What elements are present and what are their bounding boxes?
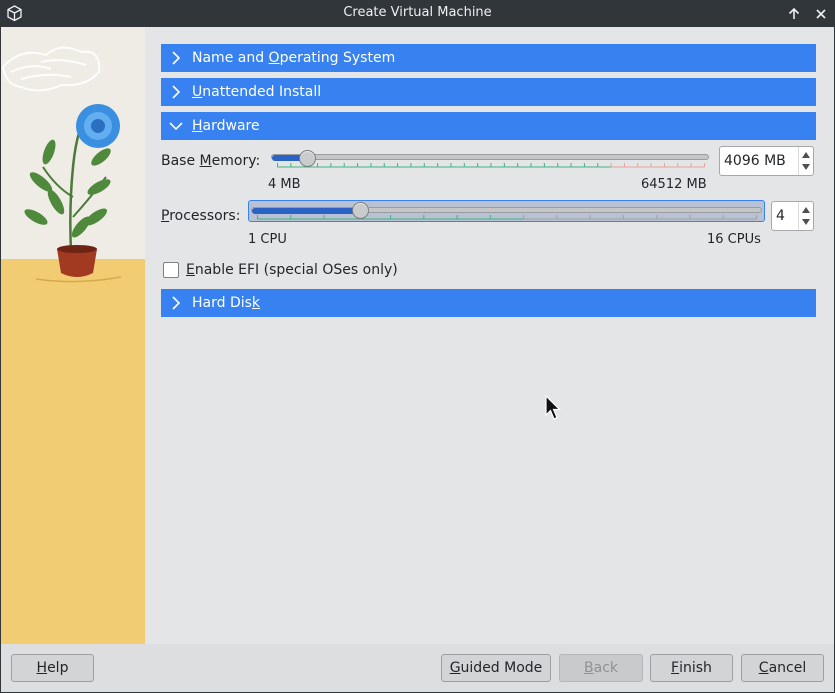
base-memory-slider[interactable] — [269, 147, 713, 171]
spin-down-icon[interactable] — [802, 219, 810, 225]
section-label: Unattended Install — [192, 84, 322, 100]
processors-max-label: 16 CPUs — [707, 232, 761, 247]
chevron-right-icon — [172, 85, 181, 99]
base-memory-label: Base Memory: — [161, 153, 261, 169]
help-button[interactable]: Help — [11, 654, 94, 682]
enable-efi-checkbox[interactable] — [163, 262, 179, 278]
window-title: Create Virtual Machine — [343, 5, 492, 20]
slider-ticks — [277, 163, 705, 168]
slider-fill — [252, 208, 361, 214]
title-bar: Create Virtual Machine — [0, 0, 835, 27]
memory-max-label: 64512 MB — [641, 177, 707, 192]
spin-up-icon[interactable] — [802, 152, 810, 158]
chevron-down-icon — [169, 122, 183, 131]
close-icon — [816, 9, 826, 19]
keep-above-button[interactable] — [784, 4, 804, 24]
processors-min-label: 1 CPU — [248, 232, 287, 247]
processors-spinbox[interactable]: 4 — [771, 201, 814, 231]
wizard-illustration — [1, 27, 145, 644]
spin-up-icon[interactable] — [802, 207, 810, 213]
section-label: Hard Disk — [192, 295, 261, 311]
slider-ticks — [257, 215, 757, 220]
section-hard-disk[interactable]: Hard Disk — [161, 289, 816, 317]
processors-label: Processors: — [161, 208, 241, 224]
chevron-right-icon — [172, 51, 181, 65]
section-unattended-install[interactable]: Unattended Install — [161, 78, 816, 106]
dialog-body: Name and Operating System Unattended Ins… — [1, 27, 834, 692]
section-name-and-os[interactable]: Name and Operating System — [161, 44, 816, 72]
processors-slider[interactable] — [248, 200, 765, 222]
arrow-up-icon — [788, 8, 800, 19]
memory-min-label: 4 MB — [268, 177, 301, 192]
section-label: Name and Operating System — [192, 50, 396, 66]
guided-mode-button[interactable]: Guided Mode — [441, 654, 551, 682]
slider-handle[interactable] — [299, 150, 317, 167]
button-bar: Help Guided Mode Back Finish Cancel — [1, 644, 834, 692]
section-hardware[interactable]: Hardware — [161, 112, 816, 140]
chevron-right-icon — [172, 296, 181, 310]
close-button[interactable] — [811, 4, 831, 24]
back-button[interactable]: Back — [559, 654, 643, 682]
finish-button[interactable]: Finish — [650, 654, 733, 682]
spin-down-icon[interactable] — [802, 164, 810, 170]
section-label: Hardware — [192, 118, 260, 134]
cancel-button[interactable]: Cancel — [741, 654, 824, 682]
memory-value: 4096 MB — [724, 153, 786, 169]
memory-spinbox[interactable]: 4096 MB — [719, 146, 814, 176]
mouse-cursor-icon — [545, 395, 561, 420]
enable-efi-label[interactable]: Enable EFI (special OSes only) — [186, 262, 398, 278]
processors-value: 4 — [776, 208, 785, 224]
slider-handle[interactable] — [351, 202, 369, 219]
